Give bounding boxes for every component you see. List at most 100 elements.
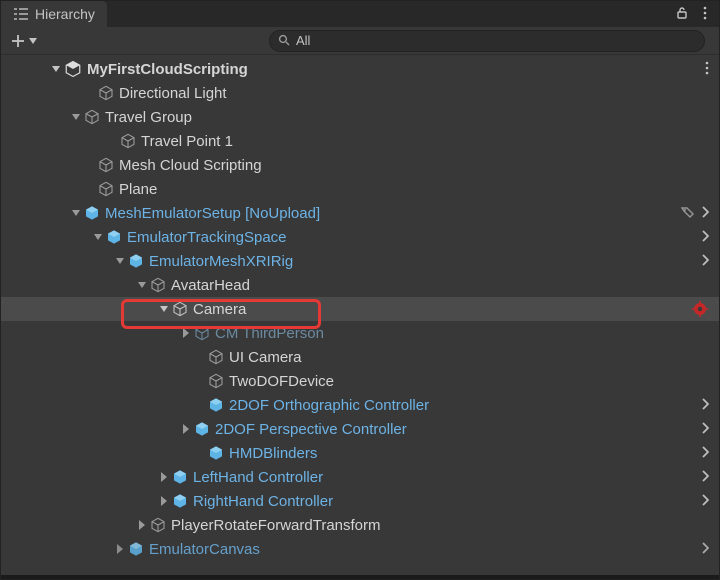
hierarchy-tree[interactable]: MyFirstCloudScripting Directional Light … [1, 55, 719, 575]
row-mesh-cloud-scripting[interactable]: Mesh Cloud Scripting [1, 153, 719, 177]
foldout-icon[interactable] [179, 328, 193, 338]
row-twodof-device[interactable]: TwoDOFDevice [1, 369, 719, 393]
label: Camera [193, 301, 246, 318]
cube-icon [97, 156, 115, 174]
label: EmulatorMeshXRIRig [149, 253, 293, 270]
row-lefthand-controller[interactable]: LeftHand Controller [1, 465, 719, 489]
label: MeshEmulatorSetup [NoUpload] [105, 205, 320, 222]
chevron-right-icon[interactable] [701, 205, 709, 221]
row-travel-point-1[interactable]: Travel Point 1 [1, 129, 719, 153]
foldout-icon[interactable] [113, 544, 127, 554]
chevron-right-icon[interactable] [701, 469, 709, 485]
foldout-icon[interactable] [91, 232, 105, 242]
cube-icon [119, 132, 137, 150]
foldout-icon[interactable] [69, 208, 83, 218]
foldout-icon[interactable] [179, 424, 193, 434]
cube-prefab-icon [83, 204, 101, 222]
search-field[interactable] [269, 30, 705, 52]
options-icon[interactable] [703, 6, 707, 23]
row-xri-rig[interactable]: EmulatorMeshXRIRig [1, 249, 719, 273]
row-2dof-orthographic[interactable]: 2DOF Orthographic Controller [1, 393, 719, 417]
row-emulator-tracking-space[interactable]: EmulatorTrackingSpace [1, 225, 719, 249]
chevron-right-icon[interactable] [701, 541, 709, 557]
foldout-icon[interactable] [157, 496, 171, 506]
label: 2DOF Orthographic Controller [229, 397, 429, 414]
chevron-right-icon[interactable] [701, 421, 709, 437]
label: AvatarHead [171, 277, 250, 294]
row-2dof-perspective[interactable]: 2DOF Perspective Controller [1, 417, 719, 441]
cube-prefab-icon [207, 396, 225, 414]
row-hmd-blinders[interactable]: HMDBlinders [1, 441, 719, 465]
cube-prefab-icon [105, 228, 123, 246]
row-cm-thirdperson[interactable]: CM ThirdPerson [1, 321, 719, 345]
foldout-icon[interactable] [135, 520, 149, 530]
search-input[interactable] [296, 33, 696, 48]
chevron-right-icon[interactable] [701, 229, 709, 245]
label: Travel Point 1 [141, 133, 233, 150]
label: EmulatorCanvas [149, 541, 260, 558]
row-player-rotate[interactable]: PlayerRotateForwardTransform [1, 513, 719, 537]
label: TwoDOFDevice [229, 373, 334, 390]
tabbar-spacer [107, 1, 675, 27]
create-button[interactable] [7, 32, 41, 50]
label: RightHand Controller [193, 493, 333, 510]
label: UI Camera [229, 349, 302, 366]
search-icon [278, 33, 290, 49]
lock-icon[interactable] [675, 6, 689, 23]
cube-prefab-icon [207, 444, 225, 462]
row-plane[interactable]: Plane [1, 177, 719, 201]
cube-icon [149, 516, 167, 534]
cube-prefab-icon [171, 492, 189, 510]
cube-icon [207, 372, 225, 390]
cube-prefab-icon [193, 420, 211, 438]
scene-name: MyFirstCloudScripting [87, 61, 248, 78]
cube-icon [207, 348, 225, 366]
row-emulator-canvas[interactable]: EmulatorCanvas [1, 537, 719, 561]
bottom-bar [1, 575, 719, 579]
label: Travel Group [105, 109, 192, 126]
row-camera[interactable]: Camera [1, 297, 719, 321]
unity-icon [63, 59, 83, 79]
row-mesh-emulator-setup[interactable]: MeshEmulatorSetup [NoUpload] [1, 201, 719, 225]
label: Mesh Cloud Scripting [119, 157, 262, 174]
row-travel-group[interactable]: Travel Group [1, 105, 719, 129]
label: LeftHand Controller [193, 469, 323, 486]
foldout-icon[interactable] [69, 112, 83, 122]
label: EmulatorTrackingSpace [127, 229, 287, 246]
chevron-right-icon[interactable] [701, 253, 709, 269]
foldout-icon[interactable] [157, 472, 171, 482]
cube-prefab-icon [127, 540, 145, 558]
scene-options-icon[interactable] [705, 61, 709, 78]
row-directional-light[interactable]: Directional Light [1, 81, 719, 105]
gear-error-icon [691, 300, 709, 318]
row-righthand-controller[interactable]: RightHand Controller [1, 489, 719, 513]
label: Plane [119, 181, 157, 198]
label: Directional Light [119, 85, 227, 102]
chevron-right-icon[interactable] [701, 397, 709, 413]
chevron-right-icon[interactable] [701, 445, 709, 461]
label: HMDBlinders [229, 445, 317, 462]
cube-prefab-icon [171, 468, 189, 486]
cube-icon [193, 324, 211, 342]
label: 2DOF Perspective Controller [215, 421, 407, 438]
chevron-right-icon[interactable] [701, 493, 709, 509]
panel-title: Hierarchy [35, 6, 95, 22]
foldout-icon[interactable] [157, 304, 171, 314]
hierarchy-icon [13, 7, 29, 21]
hierarchy-tab[interactable]: Hierarchy [1, 1, 107, 27]
cube-icon [97, 84, 115, 102]
scene-row[interactable]: MyFirstCloudScripting [1, 57, 719, 81]
cube-icon [149, 276, 167, 294]
foldout-icon[interactable] [113, 256, 127, 266]
label: PlayerRotateForwardTransform [171, 517, 381, 534]
label: CM ThirdPerson [215, 325, 324, 342]
row-ui-camera[interactable]: UI Camera [1, 345, 719, 369]
tag-icon [681, 205, 695, 222]
cube-icon [97, 180, 115, 198]
cube-icon [171, 300, 189, 318]
foldout-icon[interactable] [135, 280, 149, 290]
foldout-icon[interactable] [49, 64, 63, 74]
cube-icon [83, 108, 101, 126]
cube-prefab-icon [127, 252, 145, 270]
row-avatar-head[interactable]: AvatarHead [1, 273, 719, 297]
